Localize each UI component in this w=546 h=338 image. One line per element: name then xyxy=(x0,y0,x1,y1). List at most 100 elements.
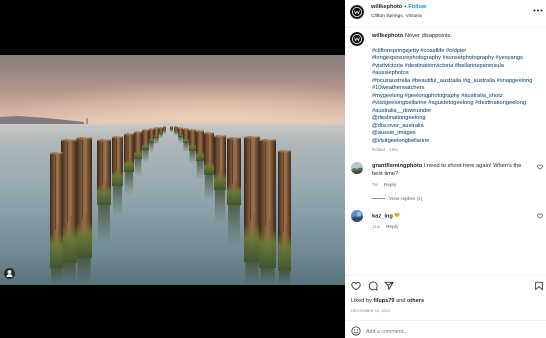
add-comment-input[interactable] xyxy=(366,327,536,336)
likes-summary[interactable]: Liked by filups79 and others xyxy=(351,298,424,306)
post-highlight xyxy=(253,138,255,214)
hashtag-link[interactable]: #cliftonspringsjetty xyxy=(372,48,419,54)
post-moss xyxy=(159,131,163,134)
hashtag-link[interactable]: #snapgeelong xyxy=(497,78,533,84)
post-reflection xyxy=(124,172,134,196)
mention-link[interactable]: @destinationgeelong xyxy=(372,115,426,121)
hashtag-link[interactable]: #longexposurephotography xyxy=(372,55,441,61)
hashtag-link[interactable]: #bellarinepeninsula xyxy=(455,63,504,69)
follow-button[interactable]: Follow xyxy=(408,4,426,10)
send-icon[interactable] xyxy=(384,281,394,291)
hashtag-link[interactable]: #geelongphotography xyxy=(405,93,460,99)
post-moss xyxy=(259,229,276,268)
post-moss xyxy=(204,162,214,175)
hashtag-link[interactable]: #focusaustralia xyxy=(372,78,410,84)
hashtag-link[interactable]: #australia_shotz xyxy=(461,93,502,99)
post-photo[interactable] xyxy=(0,55,345,285)
caption-author[interactable]: willkephoto xyxy=(372,33,403,39)
post-crack xyxy=(265,142,267,226)
bookmark-icon[interactable] xyxy=(534,281,544,291)
header-divider xyxy=(345,26,546,28)
more-options-icon[interactable] xyxy=(533,9,543,12)
reply-button[interactable]: Reply xyxy=(384,182,397,187)
mention-link[interactable]: @discover_australia xyxy=(372,123,424,129)
commenter-avatar[interactable] xyxy=(351,162,363,174)
pier-post xyxy=(163,126,166,134)
hashtag-link[interactable]: #beautiful_australia xyxy=(412,78,461,84)
smiley-icon[interactable] xyxy=(351,326,361,336)
author-username[interactable]: willkephoto xyxy=(371,4,402,10)
pier-post xyxy=(124,133,134,196)
hashtag-link[interactable]: #aguidetogeelong xyxy=(428,100,473,106)
post-reflection xyxy=(183,143,189,152)
post-top xyxy=(178,127,183,129)
post-reflection xyxy=(77,258,91,285)
post-reflection xyxy=(174,132,178,136)
hashtag-link[interactable]: #ig_australia xyxy=(463,78,495,84)
post-top xyxy=(97,139,111,142)
hashtag-link[interactable]: #yesyangs xyxy=(496,55,523,61)
hashtag-link[interactable]: #destinationvictoria xyxy=(405,63,454,69)
pier-post xyxy=(50,152,63,285)
post-highlight xyxy=(118,138,120,168)
post-top xyxy=(50,152,63,155)
liker-username[interactable]: filups79 xyxy=(373,298,394,304)
heart-icon[interactable] xyxy=(351,281,361,291)
likes-others[interactable]: others xyxy=(407,298,424,304)
post-location[interactable]: Clifton Springs, Victoria xyxy=(371,14,422,19)
user-icon xyxy=(5,269,13,277)
mention-link[interactable]: @visitgeelongbellarine xyxy=(372,138,429,144)
hashtag-link[interactable]: #coastlife xyxy=(420,48,444,54)
view-replies-button[interactable]: View replies (1) xyxy=(389,196,422,201)
hashtag-link[interactable]: #mygeelong xyxy=(372,93,403,99)
post-moss xyxy=(134,150,142,159)
comment-author[interactable]: kaz_ing xyxy=(372,213,393,219)
post-moss xyxy=(163,129,166,131)
pier-post xyxy=(183,128,189,152)
hashtag-link[interactable]: #visitvictoria xyxy=(372,63,403,69)
caption-text: Never disappoints. xyxy=(404,33,452,39)
hashtag-link[interactable]: #visitgeelongbellarine xyxy=(372,100,427,106)
media-viewer xyxy=(0,0,345,338)
post-reflection xyxy=(142,150,149,163)
pier-post xyxy=(174,126,178,136)
caption-line: #mygeelong #geelongphotography #australi… xyxy=(372,93,532,101)
commenter-avatar[interactable] xyxy=(351,210,363,222)
mention-link[interactable]: @aussie_images xyxy=(372,130,416,136)
hashtag-link[interactable]: #australia__downunder xyxy=(372,108,431,114)
hashtag-link[interactable]: #destinationgeelong xyxy=(475,100,526,106)
post-reflection xyxy=(214,190,226,223)
hashtag-link[interactable]: #aussiephotos xyxy=(372,70,409,76)
pier-post xyxy=(61,139,77,285)
post-crack xyxy=(67,142,68,223)
post-sidebar: willkephoto • Follow Clifton Springs, Vict… xyxy=(345,0,546,338)
caption-tags: #cliftonspringsjetty #coastlife #oldpier… xyxy=(372,48,532,146)
post-highlight xyxy=(129,135,131,159)
post-reflection xyxy=(245,262,259,285)
pier-post xyxy=(196,130,204,180)
post-crack xyxy=(102,142,104,185)
post-header-title: willkephoto • Follow xyxy=(371,4,426,12)
post-reflection xyxy=(178,137,183,143)
post-top xyxy=(259,139,276,142)
comment-time[interactable]: 7w xyxy=(372,182,378,187)
hashtag-link[interactable]: #10weatherwatchers xyxy=(372,85,424,91)
post-crack xyxy=(282,153,284,232)
tagged-users-button[interactable] xyxy=(3,267,15,279)
comment-time[interactable]: 11w xyxy=(372,224,380,229)
post-reflection xyxy=(228,205,240,246)
comment-icon[interactable] xyxy=(368,281,378,291)
post-top xyxy=(154,127,159,130)
comment-author[interactable]: grantflemingphoto xyxy=(372,163,422,169)
heart-icon[interactable] xyxy=(536,213,543,219)
post-highlight xyxy=(70,141,72,216)
hashtag-link[interactable]: #oldpier xyxy=(446,48,466,54)
pier-post xyxy=(204,132,214,201)
author-avatar[interactable] xyxy=(350,5,364,19)
caption-author-avatar[interactable] xyxy=(350,32,364,46)
heart-icon[interactable] xyxy=(536,164,543,170)
pier-post xyxy=(214,135,226,223)
reply-button[interactable]: Reply xyxy=(386,224,399,229)
separator-dot: • xyxy=(404,4,407,11)
hashtag-link[interactable]: #sunsetphotography xyxy=(443,55,495,61)
